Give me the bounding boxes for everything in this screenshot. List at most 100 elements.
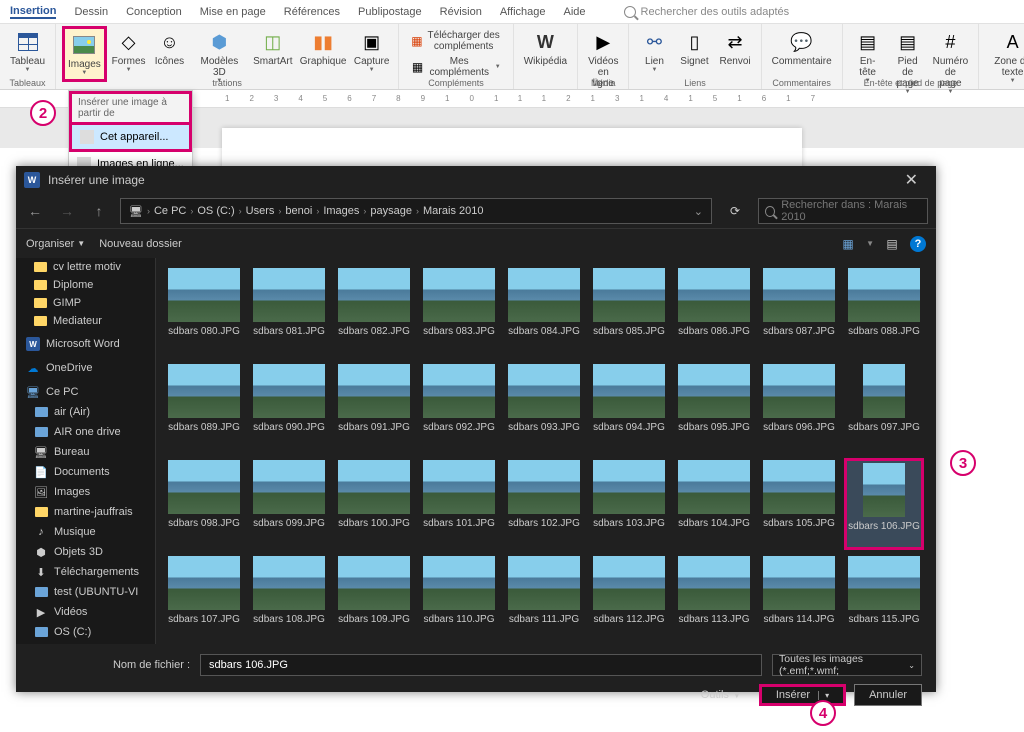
file-item[interactable]: sdbars 094.JPG <box>589 362 669 454</box>
capture-button[interactable]: ▣Capture▼ <box>351 26 392 76</box>
file-item[interactable]: sdbars 088.JPG <box>844 266 924 358</box>
signet-button[interactable]: ▯Signet <box>675 26 713 70</box>
annuler-button[interactable]: Annuler <box>854 684 922 706</box>
sb-quick-2[interactable]: GIMP <box>16 294 155 312</box>
filename-input[interactable] <box>200 654 762 676</box>
file-item[interactable]: sdbars 095.JPG <box>674 362 754 454</box>
sb-cepc-6[interactable]: ♪Musique <box>16 522 155 542</box>
sb-cepc-7[interactable]: ⬢Objets 3D <box>16 542 155 562</box>
file-item[interactable]: sdbars 087.JPG <box>759 266 839 358</box>
file-item[interactable]: sdbars 103.JPG <box>589 458 669 550</box>
organiser-button[interactable]: Organiser ▼ <box>26 238 85 250</box>
tab-publipostage[interactable]: Publipostage <box>358 6 422 18</box>
sb-quick-0[interactable]: cv lettre motiv <box>16 258 155 276</box>
cet-appareil-item[interactable]: Cet appareil... <box>69 122 192 152</box>
tab-conception[interactable]: Conception <box>126 6 182 18</box>
file-item[interactable]: sdbars 114.JPG <box>759 554 839 644</box>
help-button[interactable]: ? <box>910 236 926 252</box>
sb-cepc-10[interactable]: ▶Vidéos <box>16 602 155 622</box>
sb-word[interactable]: WMicrosoft Word <box>16 334 155 354</box>
sb-cepc-8[interactable]: ⬇Téléchargements <box>16 562 155 582</box>
icones-button[interactable]: ☺Icônes <box>150 26 188 70</box>
tab-aide[interactable]: Aide <box>564 6 586 18</box>
file-item[interactable]: sdbars 092.JPG <box>419 362 499 454</box>
file-item[interactable]: sdbars 082.JPG <box>334 266 414 358</box>
sb-cepc-2[interactable]: 🖥Bureau <box>16 442 155 462</box>
tab-revision[interactable]: Révision <box>440 6 482 18</box>
sb-cepc-3[interactable]: 📄Documents <box>16 462 155 482</box>
refresh-button[interactable]: ⟳ <box>722 198 748 224</box>
file-grid[interactable]: sdbars 080.JPGsdbars 081.JPGsdbars 082.J… <box>156 258 936 644</box>
sb-cepc[interactable]: 🖥Ce PC <box>16 382 155 402</box>
sb-cepc-4[interactable]: 🖼Images <box>16 482 155 502</box>
file-item[interactable]: sdbars 097.JPG <box>844 362 924 454</box>
bc-4[interactable]: Images <box>323 205 359 217</box>
smartart-button[interactable]: ◫SmartArt <box>250 26 295 70</box>
file-item[interactable]: sdbars 085.JPG <box>589 266 669 358</box>
file-item[interactable]: sdbars 106.JPG <box>844 458 924 550</box>
tab-dessin[interactable]: Dessin <box>74 6 108 18</box>
file-item[interactable]: sdbars 112.JPG <box>589 554 669 644</box>
forward-button[interactable]: → <box>56 200 78 222</box>
back-button[interactable]: ← <box>24 200 46 222</box>
file-item[interactable]: sdbars 084.JPG <box>504 266 584 358</box>
outils-button[interactable]: Outils ▼ <box>701 689 741 701</box>
breadcrumb-dropdown[interactable]: ⌄ <box>694 205 703 218</box>
bc-1[interactable]: OS (C:) <box>197 205 234 217</box>
file-item[interactable]: sdbars 111.JPG <box>504 554 584 644</box>
file-item[interactable]: sdbars 086.JPG <box>674 266 754 358</box>
file-item[interactable]: sdbars 093.JPG <box>504 362 584 454</box>
chevron-down-icon[interactable]: ▾ <box>818 691 829 700</box>
formes-button[interactable]: ◇Formes▼ <box>109 26 149 76</box>
tab-mise-en-page[interactable]: Mise en page <box>200 6 266 18</box>
file-item[interactable]: sdbars 099.JPG <box>249 458 329 550</box>
sb-cepc-1[interactable]: AIR one drive <box>16 422 155 442</box>
file-type-filter[interactable]: Toutes les images (*.emf;*.wmf;⌄ <box>772 654 922 676</box>
sb-quick-1[interactable]: Diplome <box>16 276 155 294</box>
bc-2[interactable]: Users <box>246 205 275 217</box>
bc-0[interactable]: Ce PC <box>154 205 186 217</box>
up-button[interactable]: ↑ <box>88 200 110 222</box>
file-item[interactable]: sdbars 104.JPG <box>674 458 754 550</box>
view-details-icon[interactable]: ▤ <box>884 236 900 252</box>
nouveau-dossier-button[interactable]: Nouveau dossier <box>99 238 182 250</box>
tab-references[interactable]: Références <box>284 6 340 18</box>
tab-insertion[interactable]: Insertion <box>10 5 56 19</box>
mes-complements-button[interactable]: ▦Mes compléments▼ <box>407 54 504 80</box>
file-item[interactable]: sdbars 105.JPG <box>759 458 839 550</box>
sb-onedrive[interactable]: ☁OneDrive <box>16 358 155 378</box>
telecharger-complements-button[interactable]: ▦Télécharger des compléments <box>407 28 504 54</box>
file-item[interactable]: sdbars 096.JPG <box>759 362 839 454</box>
file-item[interactable]: sdbars 098.JPG <box>164 458 244 550</box>
sb-cepc-9[interactable]: test (UBUNTU-VI <box>16 582 155 602</box>
images-button[interactable]: Images ▼ <box>62 26 107 82</box>
file-item[interactable]: sdbars 107.JPG <box>164 554 244 644</box>
view-large-icon[interactable]: ▦ <box>840 236 856 252</box>
file-item[interactable]: sdbars 091.JPG <box>334 362 414 454</box>
renvoi-button[interactable]: ⇄Renvoi <box>715 26 754 70</box>
lien-button[interactable]: ⚯Lien▼ <box>635 26 673 76</box>
sb-cepc-0[interactable]: air (Air) <box>16 402 155 422</box>
file-item[interactable]: sdbars 113.JPG <box>674 554 754 644</box>
sb-cepc-5[interactable]: martine-jauffrais <box>16 502 155 522</box>
file-item[interactable]: sdbars 081.JPG <box>249 266 329 358</box>
zone-texte-button[interactable]: AZone de texte▼ <box>985 26 1024 87</box>
close-button[interactable]: ✕ <box>895 170 928 190</box>
sb-quick-3[interactable]: Mediateur <box>16 312 155 330</box>
file-item[interactable]: sdbars 115.JPG <box>844 554 924 644</box>
file-item[interactable]: sdbars 110.JPG <box>419 554 499 644</box>
bc-6[interactable]: Marais 2010 <box>423 205 484 217</box>
search-box[interactable]: Rechercher dans : Marais 2010 <box>758 198 928 224</box>
file-item[interactable]: sdbars 109.JPG <box>334 554 414 644</box>
breadcrumb[interactable]: 🖥› Ce PC› OS (C:)› Users› benoi› Images›… <box>120 198 712 224</box>
tableau-button[interactable]: Tableau ▼ <box>6 26 49 76</box>
wikipedia-button[interactable]: WWikipédia <box>520 26 571 70</box>
bc-3[interactable]: benoi <box>285 205 312 217</box>
inserer-button[interactable]: Insérer▾ <box>759 684 846 706</box>
file-item[interactable]: sdbars 089.JPG <box>164 362 244 454</box>
file-item[interactable]: sdbars 100.JPG <box>334 458 414 550</box>
file-item[interactable]: sdbars 101.JPG <box>419 458 499 550</box>
file-item[interactable]: sdbars 090.JPG <box>249 362 329 454</box>
ribbon-search[interactable]: Rechercher des outils adaptés <box>624 6 790 18</box>
file-item[interactable]: sdbars 083.JPG <box>419 266 499 358</box>
